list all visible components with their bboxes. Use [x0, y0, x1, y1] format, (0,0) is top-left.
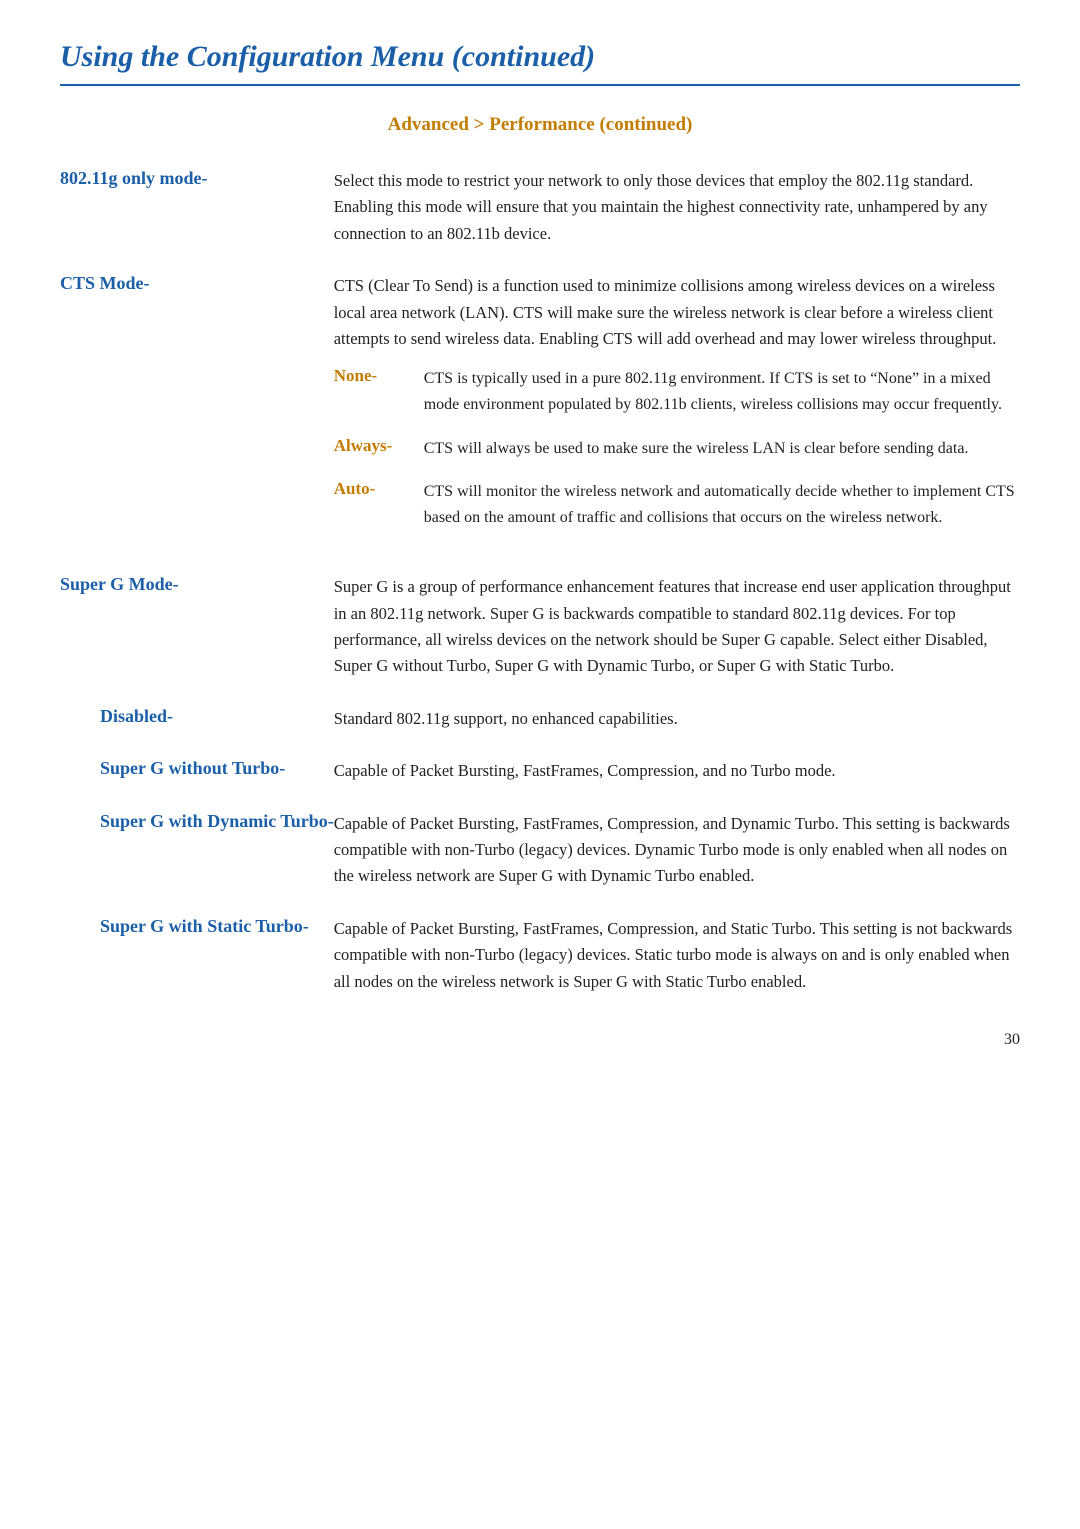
content-row: Super G without Turbo- Capable of Packet … [60, 758, 1020, 810]
content-row: Super G Mode- Super G is a group of perfo… [60, 574, 1020, 706]
content-row: Super G with Dynamic Turbo-Capable of Pa… [60, 811, 1020, 916]
entry-term: CTS Mode- [60, 273, 150, 293]
sub-entry-body: CTS is typically used in a pure 802.11g … [424, 366, 1020, 435]
sub-entry-term: Always- [334, 436, 393, 455]
entry-body: Capable of Packet Bursting, FastFrames, … [334, 916, 1020, 1021]
entry-body: Select this mode to restrict your networ… [334, 168, 1020, 273]
entry-term: Super G with Dynamic Turbo- [100, 811, 334, 831]
sub-content-table: None- CTS is typically used in a pure 802… [334, 366, 1020, 548]
sub-entry-term: None- [334, 366, 377, 385]
sub-entry-body: CTS will always be used to make sure the… [424, 436, 1020, 480]
entry-term: Super G Mode- [60, 574, 179, 594]
sub-content-row: None- CTS is typically used in a pure 802… [334, 366, 1020, 435]
entry-term: 802.11g only mode- [60, 168, 208, 188]
section-heading: Advanced > Performance (continued) [60, 114, 1020, 136]
entry-body: Capable of Packet Bursting, FastFrames, … [334, 811, 1020, 916]
page-title: Using the Configuration Menu (continued) [60, 40, 1020, 86]
content-row: 802.11g only mode- Select this mode to re… [60, 168, 1020, 273]
entry-term: Disabled- [100, 706, 173, 726]
main-content-table: 802.11g only mode- Select this mode to re… [60, 168, 1020, 1021]
entry-body: Capable of Packet Bursting, FastFrames, … [334, 758, 1020, 810]
sub-entry-body: CTS will monitor the wireless network an… [424, 479, 1020, 548]
entry-body: Standard 802.11g support, no enhanced ca… [334, 706, 1020, 758]
entry-body: Super G is a group of performance enhanc… [334, 574, 1020, 706]
entry-term: Super G with Static Turbo- [100, 916, 309, 936]
content-row: Super G with Static Turbo- Capable of Pac… [60, 916, 1020, 1021]
sub-content-row: Always- CTS will always be used to make s… [334, 436, 1020, 480]
sub-content-row: Auto- CTS will monitor the wireless netwo… [334, 479, 1020, 548]
sub-entry-term: Auto- [334, 479, 376, 498]
content-row: CTS Mode- CTS (Clear To Send) is a functi… [60, 273, 1020, 574]
entry-body: CTS (Clear To Send) is a function used t… [334, 273, 1020, 574]
page-number: 30 [60, 1031, 1020, 1049]
content-row: Disabled- Standard 802.11g support, no en… [60, 706, 1020, 758]
entry-term: Super G without Turbo- [100, 758, 285, 778]
